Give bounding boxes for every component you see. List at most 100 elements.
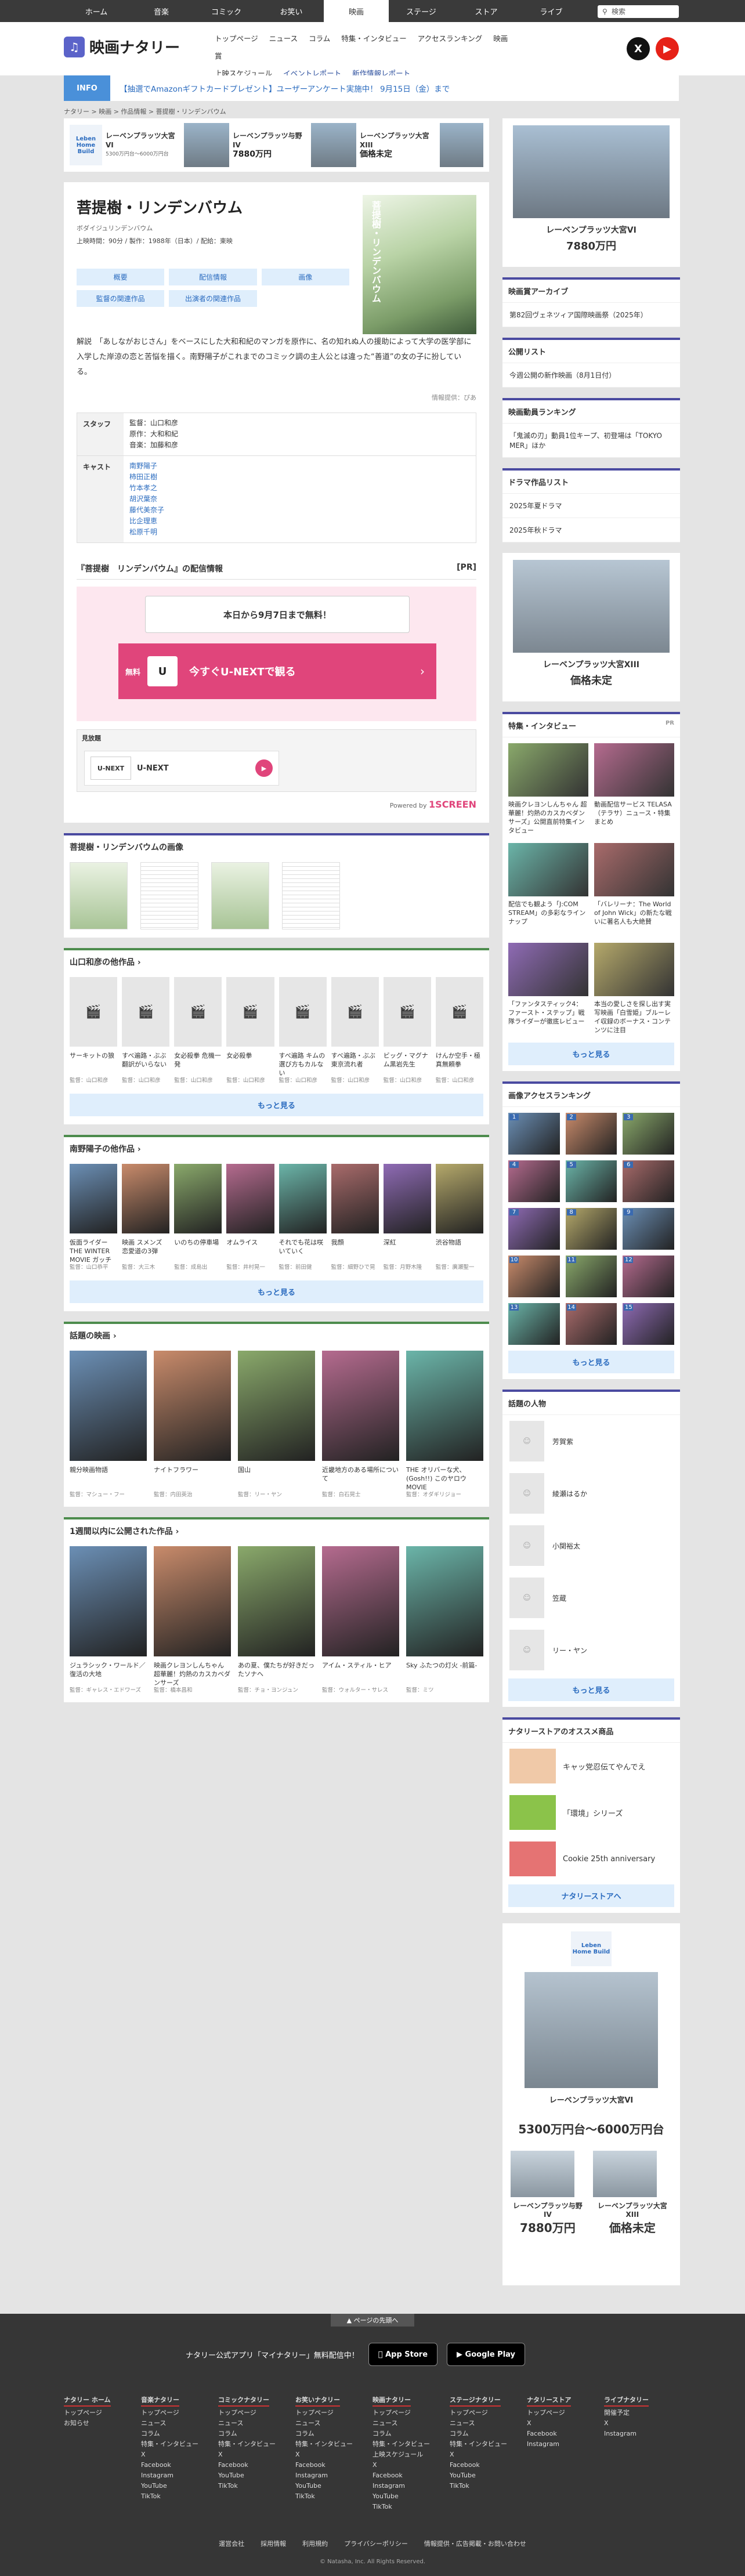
work-card[interactable]: それでも花は咲いていく 監督：前田健	[279, 1164, 327, 1271]
footer-link[interactable]: YouTube	[372, 2491, 450, 2502]
award-archive-item[interactable]: 第82回ヴェネツィア国際映画祭（2025年）	[502, 303, 680, 327]
more-button[interactable]: もっと見る	[508, 1678, 674, 1701]
info-banner[interactable]: INFO 【抽選でAmazonギフトカードプレゼント】ユーザーアンケート実施中！…	[64, 75, 679, 101]
work-card[interactable]: Sky ふたつの灯火 -前篇- 監督：ミツ	[406, 1546, 483, 1694]
ranking-image[interactable]: 14	[565, 1303, 617, 1345]
tab-director-works[interactable]: 監督の関連作品	[77, 290, 165, 307]
footer-link[interactable]: YouTube	[450, 2470, 527, 2481]
section-nav-top[interactable]: トップページ	[215, 34, 258, 43]
footer-link[interactable]: Instagram	[604, 2429, 681, 2439]
footer-link[interactable]: X	[295, 2450, 372, 2460]
movie-image-thumb[interactable]	[70, 862, 128, 929]
footer-link[interactable]: Instagram	[527, 2439, 604, 2450]
site-logo[interactable]: ♫ 映画ナタリー	[64, 36, 180, 57]
footer-link[interactable]: X	[450, 2450, 527, 2460]
footer-link[interactable]: ニュース	[450, 2418, 527, 2429]
footer-link[interactable]: YouTube	[218, 2470, 295, 2481]
footer-link[interactable]: YouTube	[141, 2481, 218, 2491]
ranking-image[interactable]: 12	[623, 1256, 674, 1297]
footer-link[interactable]: ニュース	[218, 2418, 295, 2429]
footer-column-head[interactable]: 映画ナタリー	[372, 2395, 411, 2407]
footer-bottom-link[interactable]: 運営会社	[219, 2539, 244, 2548]
work-card[interactable]: 🎬 すべ遍路 キムの選び方もカルない 監督：山口和彦	[279, 977, 327, 1084]
site-nav-comic[interactable]: コミック	[194, 0, 259, 22]
side-ad[interactable]: レーベンプラッツ大宮XIII 価格未定	[502, 553, 680, 701]
footer-link[interactable]: X	[527, 2418, 604, 2429]
footer-link[interactable]: Facebook	[218, 2460, 295, 2470]
ranking-image[interactable]: 13	[508, 1303, 560, 1345]
footer-bottom-link[interactable]: 利用規約	[302, 2539, 328, 2548]
ad-unit[interactable]: レーベンプラッツ大宮XIII 価格未定	[360, 123, 483, 167]
work-card[interactable]: 近畿地方のある場所について 監督：白石晃士	[322, 1351, 399, 1499]
ranking-image[interactable]: 10	[508, 1256, 560, 1297]
work-card[interactable]: 渋谷物語 監督：廣瀬聖一	[435, 1164, 483, 1271]
footer-bottom-link[interactable]: 採用情報	[261, 2539, 286, 2548]
hot-people-title[interactable]: 話題の人物	[502, 1390, 680, 1415]
store-link-button[interactable]: ナタリーストアへ	[508, 1884, 674, 1907]
footer-link[interactable]: 特集・インタビュー	[295, 2439, 372, 2450]
cast-link[interactable]: 比企理恵	[129, 517, 157, 525]
footer-link[interactable]: Facebook	[141, 2460, 218, 2470]
work-card[interactable]: 🎬 女必殺拳 監督：山口和彦	[226, 977, 274, 1084]
footer-link[interactable]: YouTube	[295, 2481, 372, 2491]
ranking-image[interactable]: 3	[623, 1113, 674, 1155]
person-item[interactable]: ☺ 小関裕太	[502, 1519, 680, 1572]
cast-link[interactable]: 南野陽子	[129, 462, 157, 470]
person-item[interactable]: ☺ 綾瀬はるか	[502, 1467, 680, 1519]
footer-link[interactable]: Facebook	[527, 2429, 604, 2439]
work-card[interactable]: 🎬 けんか空手・極真無頼拳 監督：山口和彦	[435, 977, 483, 1084]
footer-column-head[interactable]: ナタリーストア	[527, 2395, 572, 2407]
cast-link[interactable]: 柿田正樹	[129, 473, 157, 481]
work-card[interactable]: いのちの停車場 監督：成島出	[174, 1164, 222, 1271]
staff-director[interactable]: 監督：山口和彦	[129, 418, 470, 429]
footer-link[interactable]: 開催予定	[604, 2408, 681, 2418]
footer-link[interactable]: TikTok	[141, 2491, 218, 2502]
footer-link[interactable]: X	[218, 2450, 295, 2460]
work-card[interactable]: 映画クレヨンしんちゃん 超華麗！灼熱のカスカベダンサーズ 監督：橋本昌和	[154, 1546, 231, 1694]
section-nav-feature[interactable]: 特集・インタビュー	[341, 34, 407, 43]
footer-link[interactable]: Instagram	[372, 2481, 450, 2491]
footer-link[interactable]: コラム	[141, 2429, 218, 2439]
work-card[interactable]: ナイトフラワー 監督：内田英治	[154, 1351, 231, 1499]
work-card[interactable]: 🎬 サーキットの狼 監督：山口和彦	[70, 977, 118, 1084]
x-icon[interactable]: X	[627, 37, 650, 60]
footer-link[interactable]: TikTok	[218, 2481, 295, 2491]
work-card[interactable]: THE オリバーな犬、(Gosh!!) このヤロウ MOVIE 監督：オダギリジョ…	[406, 1351, 483, 1499]
work-card[interactable]: 🎬 すべ遍路・ぶぶ翻訳がいらない 監督：山口和彦	[122, 977, 170, 1084]
section-nav-ranking[interactable]: アクセスランキング	[418, 34, 483, 43]
footer-link[interactable]: TikTok	[450, 2481, 527, 2491]
work-card[interactable]: 親分映画物語 監督：マシュー・フー	[70, 1351, 147, 1499]
footer-link[interactable]: コラム	[295, 2429, 372, 2439]
drama-list-title[interactable]: ドラマ作品リスト	[502, 468, 680, 494]
footer-link[interactable]: Instagram	[141, 2470, 218, 2481]
ranking-image[interactable]: 2	[565, 1113, 617, 1155]
ranking-image[interactable]: 6	[623, 1160, 674, 1202]
work-card[interactable]: 映画 スメンズ 恋愛道の3弾 監督：大三木	[122, 1164, 170, 1271]
feature-card[interactable]: 「バレリーナ：The World of John Wick」の新たな戦いに著名人…	[594, 843, 674, 937]
top-ad-banner[interactable]: Leben Home Build レーベンプラッツ大宮VI 5300万円台〜600…	[64, 118, 489, 172]
footer-link[interactable]: コラム	[372, 2429, 450, 2439]
footer-column-head[interactable]: ライブナタリー	[604, 2395, 649, 2407]
image-ranking-title[interactable]: 画像アクセスランキング	[502, 1081, 680, 1107]
store-item[interactable]: Cookie 25th anniversary	[502, 1836, 680, 1882]
info-text[interactable]: 【抽選でAmazonギフトカードプレゼント】ユーザーアンケート実施中！ 9月15…	[110, 82, 450, 94]
cast-link[interactable]: 竹本孝之	[129, 484, 157, 492]
footer-column-head[interactable]: コミックナタリー	[218, 2395, 269, 2407]
box-office-item[interactable]: 「鬼滅の刃」動員1位キープ、初登場は「TOKYO MER」ほか	[502, 424, 680, 458]
breadcrumb[interactable]: ナタリー > 映画 > 作品情報 > 菩提樹・リンデンバウム	[64, 107, 226, 116]
work-card[interactable]: 仮面ライダー THE WINTER MOVIE ガッチャード監督：山口恭平	[70, 1164, 118, 1271]
footer-link[interactable]: X	[141, 2450, 218, 2460]
movie-poster[interactable]: 菩提樹・リンデンバウム	[363, 195, 476, 334]
section-nav-column[interactable]: コラム	[309, 34, 330, 43]
footer-column-head[interactable]: 音楽ナタリー	[141, 2395, 179, 2407]
site-nav-store[interactable]: ストア	[454, 0, 519, 22]
work-card[interactable]: アイム・スティル・ヒア 監督：ウォルター・サレス	[322, 1546, 399, 1694]
feature-card[interactable]: 映画クレヨンしんちゃん 超華麗！灼熱のカスカベダンサーズ」公開直前特集インタビュ…	[508, 743, 588, 837]
side-tall-ad[interactable]: Leben Home Build レーベンプラッツ大宮VI 5300万円台〜60…	[502, 1923, 680, 2285]
footer-link[interactable]: X	[604, 2418, 681, 2429]
site-nav-live[interactable]: ライブ	[519, 0, 584, 22]
feature-card[interactable]: 「ファンタスティック4：ファースト・ステップ」戦隊ライダーが徹底レビュー	[508, 943, 588, 1037]
section-nav-news[interactable]: ニュース	[269, 34, 298, 43]
store-title[interactable]: ナタリーストアのオススメ商品	[502, 1717, 680, 1743]
site-nav-music[interactable]: 音楽	[129, 0, 194, 22]
